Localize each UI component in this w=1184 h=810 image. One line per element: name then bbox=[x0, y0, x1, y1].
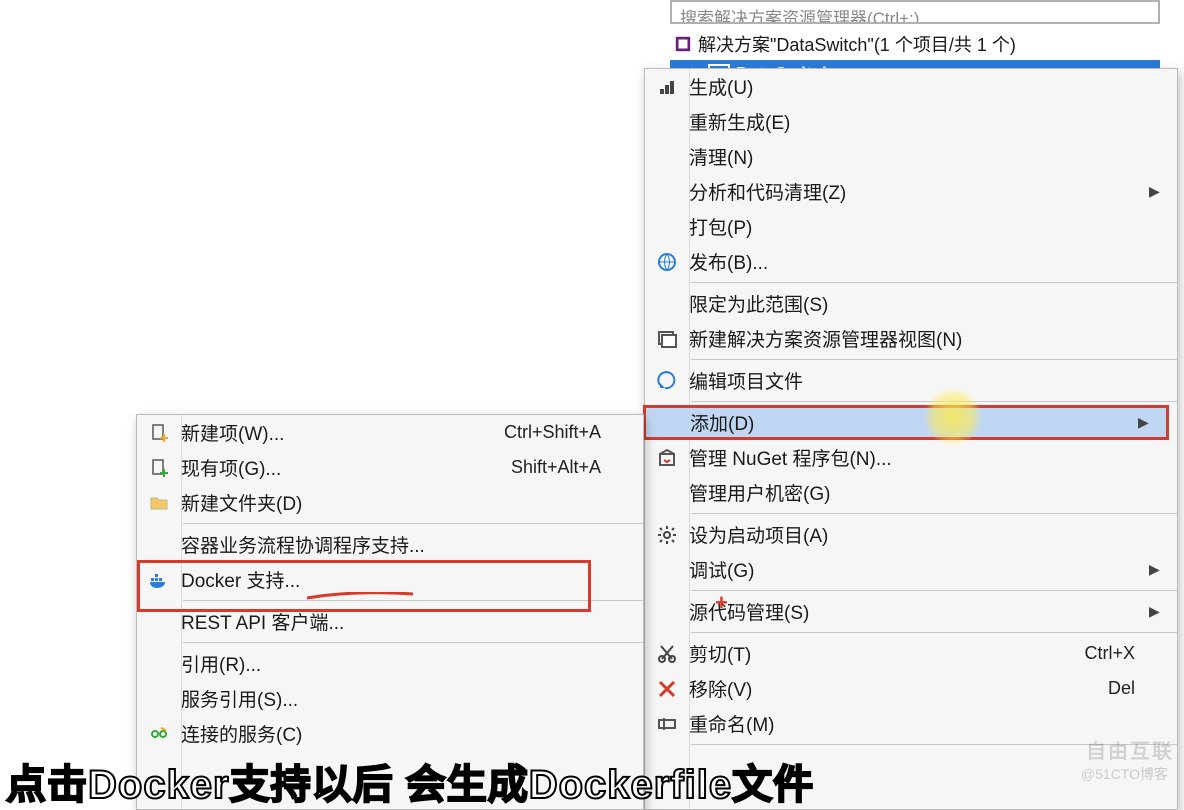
menu-separator bbox=[691, 359, 1177, 360]
menu-item-debug[interactable]: 调试(G) ▶ bbox=[645, 552, 1177, 587]
menu-item-label: 连接的服务(C) bbox=[181, 720, 609, 747]
menu-item-scope[interactable]: 限定为此范围(S) bbox=[645, 286, 1177, 321]
submenu-item-connected-svc[interactable]: 连接的服务(C) bbox=[137, 716, 643, 751]
submenu-arrow-icon: ▶ bbox=[1138, 414, 1150, 431]
menu-item-pack[interactable]: 打包(P) bbox=[645, 209, 1177, 244]
menu-item-label: 调试(G) bbox=[689, 556, 1143, 583]
menu-item-label: REST API 客户端... bbox=[181, 608, 609, 635]
nuget-icon bbox=[645, 448, 689, 468]
add-submenu: 新建项(W)...Ctrl+Shift+A现有项(G)...Shift+Alt+… bbox=[136, 414, 644, 810]
menu-item-label: 源代码管理(S) bbox=[689, 598, 1143, 625]
menu-separator bbox=[183, 523, 643, 524]
menu-separator bbox=[691, 632, 1177, 633]
menu-item-shortcut: Ctrl+X bbox=[1084, 643, 1135, 664]
menu-item-analyze[interactable]: 分析和代码清理(Z) ▶ bbox=[645, 174, 1177, 209]
menu-item-shortcut: Del bbox=[1108, 678, 1135, 699]
menu-item-publish[interactable]: 发布(B)... bbox=[645, 244, 1177, 279]
menu-item-label: 发布(B)... bbox=[689, 248, 1143, 275]
menu-item-label: 限定为此范围(S) bbox=[689, 290, 1143, 317]
menu-separator bbox=[691, 282, 1177, 283]
menu-separator bbox=[691, 744, 1177, 745]
cut-icon bbox=[645, 644, 689, 664]
vs-solution-icon bbox=[674, 35, 692, 53]
video-caption: 点击Docker支持以后 会生成Dockerfile文件 bbox=[6, 752, 814, 810]
docker-icon bbox=[137, 570, 181, 590]
gear-icon bbox=[645, 525, 689, 545]
folder-icon bbox=[137, 493, 181, 513]
menu-item-source-control[interactable]: 源代码管理(S) ▶ bbox=[645, 594, 1177, 629]
menu-item-label: 移除(V) bbox=[689, 675, 1108, 702]
menu-item-label: 生成(U) bbox=[689, 73, 1143, 100]
menu-item-add[interactable]: 添加(D) ▶ bbox=[643, 405, 1169, 440]
menu-item-label: 新建项(W)... bbox=[181, 419, 504, 446]
menu-item-label: 重新生成(E) bbox=[689, 108, 1143, 135]
submenu-item-service-ref[interactable]: 服务引用(S)... bbox=[137, 681, 643, 716]
menu-item-label: 设为启动项目(A) bbox=[689, 521, 1143, 548]
submenu-item-existing-item[interactable]: 现有项(G)...Shift+Alt+A bbox=[137, 450, 643, 485]
menu-item-clean[interactable]: 清理(N) bbox=[645, 139, 1177, 174]
menu-item-secrets[interactable]: 管理用户机密(G) bbox=[645, 475, 1177, 510]
menu-item-build[interactable]: 生成(U) bbox=[645, 69, 1177, 104]
menu-item-label: 重命名(M) bbox=[689, 710, 1143, 737]
menu-item-label: 现有项(G)... bbox=[181, 454, 511, 481]
menu-item-label: 添加(D) bbox=[690, 409, 1132, 436]
submenu-item-reference[interactable]: 引用(R)... bbox=[137, 646, 643, 681]
remove-icon bbox=[645, 679, 689, 699]
submenu-item-docker[interactable]: Docker 支持... bbox=[137, 562, 643, 597]
solution-search-input[interactable]: 搜索解决方案资源管理器(Ctrl+;) bbox=[670, 0, 1160, 24]
menu-item-label: 引用(R)... bbox=[181, 650, 609, 677]
menu-item-label: Docker 支持... bbox=[181, 566, 609, 593]
menu-item-shortcut: Shift+Alt+A bbox=[511, 457, 601, 478]
build-icon bbox=[645, 77, 689, 97]
menu-item-edit-proj[interactable]: 编辑项目文件 bbox=[645, 363, 1177, 398]
submenu-item-orchestrator[interactable]: 容器业务流程协调程序支持... bbox=[137, 527, 643, 562]
new-item-icon bbox=[137, 423, 181, 443]
menu-item-label: 管理用户机密(G) bbox=[689, 479, 1143, 506]
menu-item-shortcut: Ctrl+Shift+A bbox=[504, 422, 601, 443]
menu-item-new-sln-view[interactable]: 新建解决方案资源管理器视图(N) bbox=[645, 321, 1177, 356]
menu-item-label: 新建解决方案资源管理器视图(N) bbox=[689, 325, 1143, 352]
publish-icon bbox=[645, 252, 689, 272]
menu-item-nuget[interactable]: 管理 NuGet 程序包(N)... bbox=[645, 440, 1177, 475]
connected-icon bbox=[137, 724, 181, 744]
submenu-arrow-icon: ▶ bbox=[1149, 603, 1161, 620]
menu-separator bbox=[691, 401, 1177, 402]
menu-item-label: 容器业务流程协调程序支持... bbox=[181, 531, 609, 558]
menu-item-remove[interactable]: 移除(V)Del bbox=[645, 671, 1177, 706]
menu-separator bbox=[691, 513, 1177, 514]
menu-item-label: 分析和代码清理(Z) bbox=[689, 178, 1143, 205]
menu-item-label: 清理(N) bbox=[689, 143, 1143, 170]
submenu-item-rest-api[interactable]: REST API 客户端... bbox=[137, 604, 643, 639]
rename-icon bbox=[645, 714, 689, 734]
submenu-item-new-folder[interactable]: 新建文件夹(D) bbox=[137, 485, 643, 520]
solution-node[interactable]: 解决方案"DataSwitch"(1 个项目/共 1 个) bbox=[670, 28, 1160, 60]
menu-item-label: 编辑项目文件 bbox=[689, 367, 1143, 394]
menu-item-rebuild[interactable]: 重新生成(E) bbox=[645, 104, 1177, 139]
menu-item-cut[interactable]: 剪切(T)Ctrl+X bbox=[645, 636, 1177, 671]
edit-icon bbox=[645, 371, 689, 391]
project-context-menu: 生成(U) 重新生成(E) 清理(N) 分析和代码清理(Z) ▶ 打包(P) 发布(B)..… bbox=[644, 68, 1178, 810]
submenu-item-new-item[interactable]: 新建项(W)...Ctrl+Shift+A bbox=[137, 415, 643, 450]
menu-item-rename[interactable]: 重命名(M) bbox=[645, 706, 1177, 741]
menu-item-startup[interactable]: 设为启动项目(A) bbox=[645, 517, 1177, 552]
menu-separator bbox=[691, 590, 1177, 591]
menu-item-label: 服务引用(S)... bbox=[181, 685, 609, 712]
submenu-arrow-icon: ▶ bbox=[1149, 183, 1161, 200]
menu-item-label: 管理 NuGet 程序包(N)... bbox=[689, 444, 1143, 471]
menu-item-label: 剪切(T) bbox=[689, 640, 1084, 667]
new-view-icon bbox=[645, 329, 689, 349]
solution-title: 解决方案"DataSwitch"(1 个项目/共 1 个) bbox=[698, 31, 1016, 57]
existing-item-icon bbox=[137, 458, 181, 478]
menu-separator bbox=[183, 642, 643, 643]
menu-item-label: 打包(P) bbox=[689, 213, 1143, 240]
menu-item-label: 新建文件夹(D) bbox=[181, 489, 609, 516]
submenu-arrow-icon: ▶ bbox=[1149, 561, 1161, 578]
menu-separator bbox=[183, 600, 643, 601]
